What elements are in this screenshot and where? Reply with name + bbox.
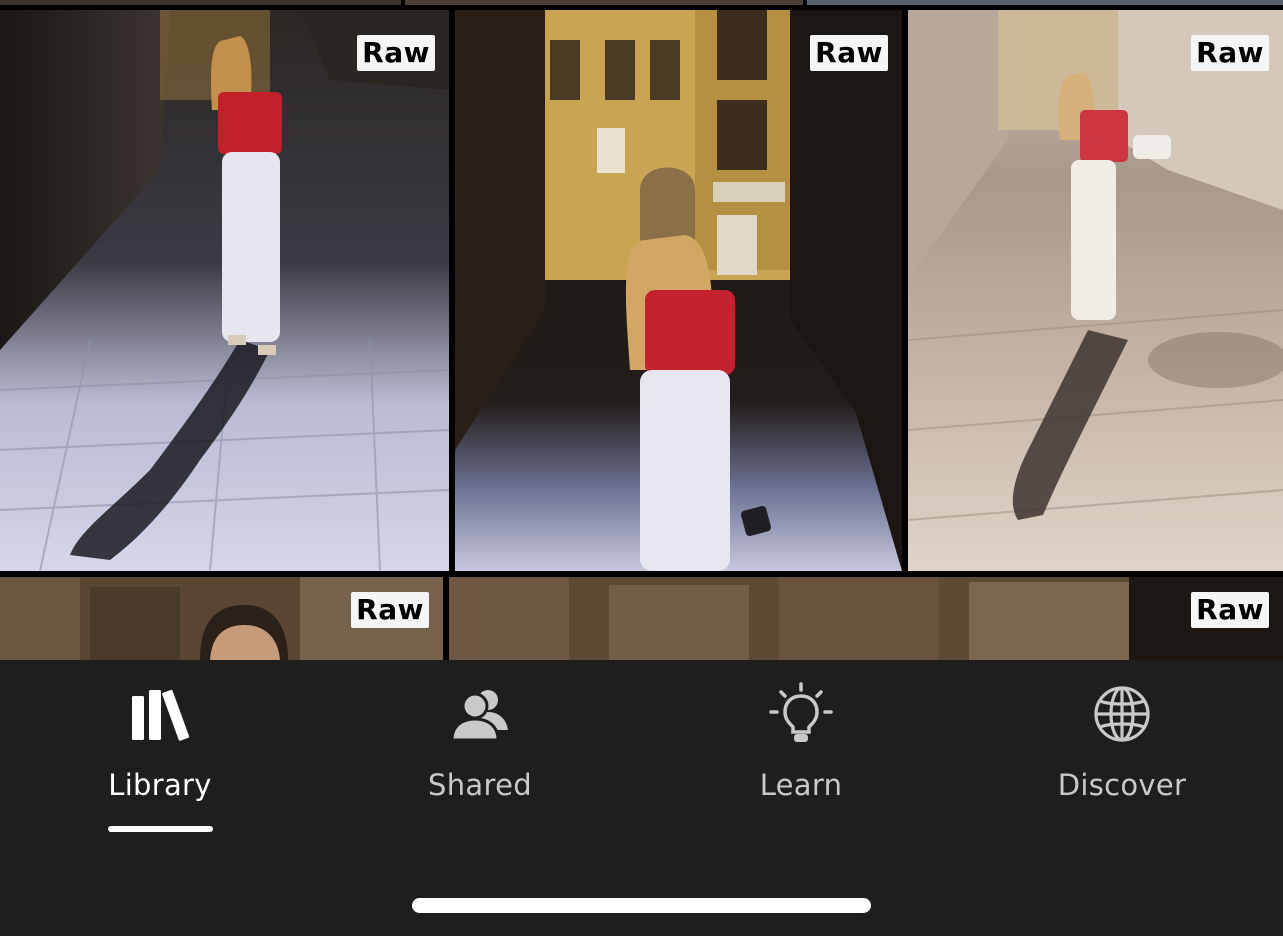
raw-badge: Raw [1191, 592, 1269, 628]
tab-library[interactable]: Library [0, 660, 320, 840]
globe-icon [1094, 686, 1150, 742]
photo-thumbnail[interactable]: Raw [455, 10, 902, 571]
tab-bar: Library Shared Learn Discover [0, 660, 1283, 936]
raw-badge: Raw [351, 592, 429, 628]
people-icon [450, 690, 508, 742]
home-indicator[interactable] [412, 898, 871, 913]
photo-image [0, 10, 449, 571]
tab-shared[interactable]: Shared [320, 660, 640, 840]
photo-thumbnail[interactable]: Raw [0, 577, 443, 660]
photo-image [449, 577, 1283, 660]
photo-thumbnail[interactable]: Raw [908, 10, 1283, 571]
tab-label: Shared [428, 768, 532, 802]
photo-thumbnail[interactable]: Raw [449, 577, 1283, 660]
tab-discover[interactable]: Discover [962, 660, 1282, 840]
active-tab-indicator [108, 826, 213, 832]
lightroom-screen: Raw Raw Raw Raw Raw Library Shared Learn… [0, 0, 1283, 936]
tab-label: Library [108, 768, 212, 802]
raw-badge: Raw [357, 35, 435, 71]
photo-thumbnail[interactable]: Raw [0, 10, 449, 571]
tab-learn[interactable]: Learn [641, 660, 961, 840]
photo-image [908, 10, 1283, 571]
photo-grid[interactable]: Raw Raw Raw Raw Raw [0, 0, 1283, 660]
photo-thumbnail-prev-3[interactable] [807, 0, 1283, 5]
tab-label: Discover [1057, 768, 1187, 802]
raw-badge: Raw [810, 35, 888, 71]
photo-thumbnail-prev-1[interactable] [0, 0, 401, 5]
raw-badge: Raw [1191, 35, 1269, 71]
library-icon [132, 689, 190, 741]
photo-thumbnail-prev-2[interactable] [405, 0, 803, 5]
tab-label: Learn [759, 768, 843, 802]
lightbulb-icon [769, 682, 833, 742]
photo-image [455, 10, 902, 571]
